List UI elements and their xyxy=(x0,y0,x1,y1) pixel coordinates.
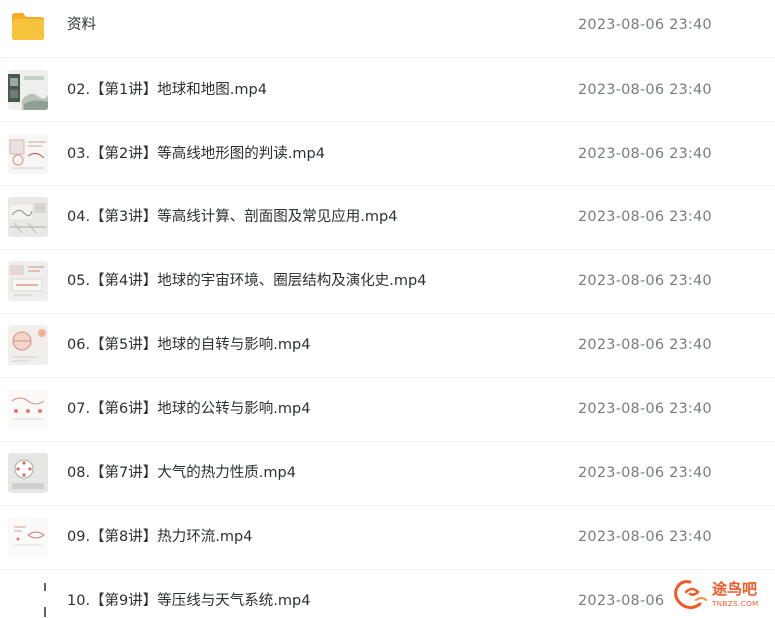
modified-date: 2023-08-06 23:40 xyxy=(578,146,712,162)
list-item-video[interactable]: 08.【第7讲】大气的热力性质.mp4 2023-08-06 23:40 xyxy=(0,442,775,506)
file-name[interactable]: 08.【第7讲】大气的热力性质.mp4 xyxy=(67,463,296,483)
file-name[interactable]: 06.【第5讲】地球的自转与影响.mp4 xyxy=(67,335,310,355)
modified-date: 2023-08-06 23:40 xyxy=(578,465,712,481)
video-thumbnail-icon xyxy=(8,325,48,365)
list-item-folder-resources[interactable]: 资料 2023-08-06 23:40 xyxy=(0,0,775,58)
modified-date: 2023-08-06 23:40 xyxy=(578,529,712,545)
list-item-video[interactable]: 07.【第6讲】地球的公转与影响.mp4 2023-08-06 23:40 xyxy=(0,378,775,442)
watermark-text: 途鸟吧 xyxy=(712,580,758,598)
video-thumbnail-icon xyxy=(8,581,48,618)
bird-logo-icon xyxy=(672,578,708,612)
file-name[interactable]: 04.【第3讲】等高线计算、剖面图及常见应用.mp4 xyxy=(67,207,397,227)
file-name[interactable]: 05.【第4讲】地球的宇宙环境、圈层结构及演化史.mp4 xyxy=(67,271,426,291)
list-item-video[interactable]: 10.【第9讲】等压线与天气系统.mp4 2023-08-06 xyxy=(0,570,775,618)
list-item-video[interactable]: 02.【第1讲】地球和地图.mp4 2023-08-06 23:40 xyxy=(0,58,775,122)
modified-date: 2023-08-06 23:40 xyxy=(578,273,712,289)
modified-date: 2023-08-06 23:40 xyxy=(578,209,712,225)
video-thumbnail-icon xyxy=(8,389,48,429)
video-thumbnail-icon xyxy=(8,70,48,110)
file-name[interactable]: 07.【第6讲】地球的公转与影响.mp4 xyxy=(67,399,310,419)
list-item-video[interactable]: 06.【第5讲】地球的自转与影响.mp4 2023-08-06 23:40 xyxy=(0,314,775,378)
folder-icon xyxy=(10,11,46,41)
video-thumbnail-icon xyxy=(8,197,48,237)
modified-date: 2023-08-06 23:40 xyxy=(578,401,712,417)
modified-date: 2023-08-06 23:40 xyxy=(578,337,712,353)
modified-date: 2023-08-06 xyxy=(578,593,665,609)
list-item-video[interactable]: 03.【第2讲】等高线地形图的判读.mp4 2023-08-06 23:40 xyxy=(0,122,775,186)
list-item-video[interactable]: 05.【第4讲】地球的宇宙环境、圈层结构及演化史.mp4 2023-08-06 … xyxy=(0,250,775,314)
file-name[interactable]: 02.【第1讲】地球和地图.mp4 xyxy=(67,80,267,100)
modified-date: 2023-08-06 23:40 xyxy=(578,82,712,98)
file-list: 资料 2023-08-06 23:40 02.【第1讲】地球和地图.mp4 20… xyxy=(0,0,775,618)
file-name[interactable]: 09.【第8讲】热力环流.mp4 xyxy=(67,527,252,547)
file-name[interactable]: 03.【第2讲】等高线地形图的判读.mp4 xyxy=(67,144,325,164)
file-name[interactable]: 10.【第9讲】等压线与天气系统.mp4 xyxy=(67,591,310,611)
video-thumbnail-icon xyxy=(8,261,48,301)
watermark: 途鸟吧 TNBZS.COM xyxy=(668,574,772,616)
list-item-video[interactable]: 04.【第3讲】等高线计算、剖面图及常见应用.mp4 2023-08-06 23… xyxy=(0,186,775,250)
file-name[interactable]: 资料 xyxy=(67,15,96,35)
video-thumbnail-icon xyxy=(8,134,48,174)
video-thumbnail-icon xyxy=(8,517,48,557)
list-item-video[interactable]: 09.【第8讲】热力环流.mp4 2023-08-06 23:40 xyxy=(0,506,775,570)
modified-date: 2023-08-06 23:40 xyxy=(578,17,712,33)
video-thumbnail-icon xyxy=(8,453,48,493)
watermark-url: TNBZS.COM xyxy=(712,600,759,608)
